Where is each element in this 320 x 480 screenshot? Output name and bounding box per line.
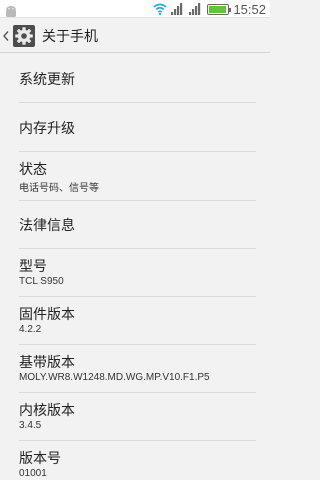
item-title: 型号 xyxy=(19,259,47,275)
item-subtitle: 01001 xyxy=(19,468,47,479)
list-item-memory-upgrade[interactable]: 内存升级 xyxy=(0,103,270,152)
item-subtitle: 电话号码、信号等 xyxy=(19,183,99,194)
status-bar: 15:52 xyxy=(0,0,270,18)
item-title: 系统更新 xyxy=(19,72,75,88)
list-item-build-number: 版本号 01001 xyxy=(0,441,270,480)
item-title: 内核版本 xyxy=(19,403,75,419)
list-item-system-update[interactable]: 系统更新 xyxy=(0,54,270,103)
item-subtitle: TCL S950 xyxy=(19,276,64,287)
gear-icon[interactable] xyxy=(12,24,36,48)
item-title: 版本号 xyxy=(19,451,61,467)
item-title: 法律信息 xyxy=(19,218,75,234)
list-item-firmware-version: 固件版本 4.2.2 xyxy=(0,297,270,345)
item-subtitle: 4.2.2 xyxy=(19,324,42,335)
item-title: 基带版本 xyxy=(19,355,75,371)
status-time: 15:52 xyxy=(233,1,266,17)
page-title: 关于手机 xyxy=(42,28,98,45)
wifi-icon xyxy=(153,0,167,19)
settings-list: 系统更新 内存升级 状态 电话号码、信号等 法律信息 型号 TCL S950 固… xyxy=(0,54,270,480)
list-item-kernel-version: 内核版本 3.4.5 xyxy=(0,393,270,441)
signal-icon xyxy=(189,0,203,19)
action-bar: 关于手机 xyxy=(0,19,270,53)
list-item-model: 型号 TCL S950 xyxy=(0,249,270,297)
item-title: 内存升级 xyxy=(19,121,75,137)
item-subtitle: 3.4.5 xyxy=(19,420,42,431)
list-item-baseband-version: 基带版本 MOLY.WR8.W1248.MD.WG.MP.V10.F1.P5 xyxy=(0,345,270,393)
item-title: 状态 xyxy=(19,162,47,178)
item-title: 固件版本 xyxy=(19,307,75,323)
signal-icon xyxy=(171,0,185,19)
item-subtitle: MOLY.WR8.W1248.MD.WG.MP.V10.F1.P5 xyxy=(19,372,210,383)
list-item-status[interactable]: 状态 电话号码、信号等 xyxy=(0,152,270,201)
back-chevron-icon[interactable] xyxy=(1,19,11,53)
battery-icon xyxy=(207,3,232,15)
list-item-legal-info[interactable]: 法律信息 xyxy=(0,201,270,249)
